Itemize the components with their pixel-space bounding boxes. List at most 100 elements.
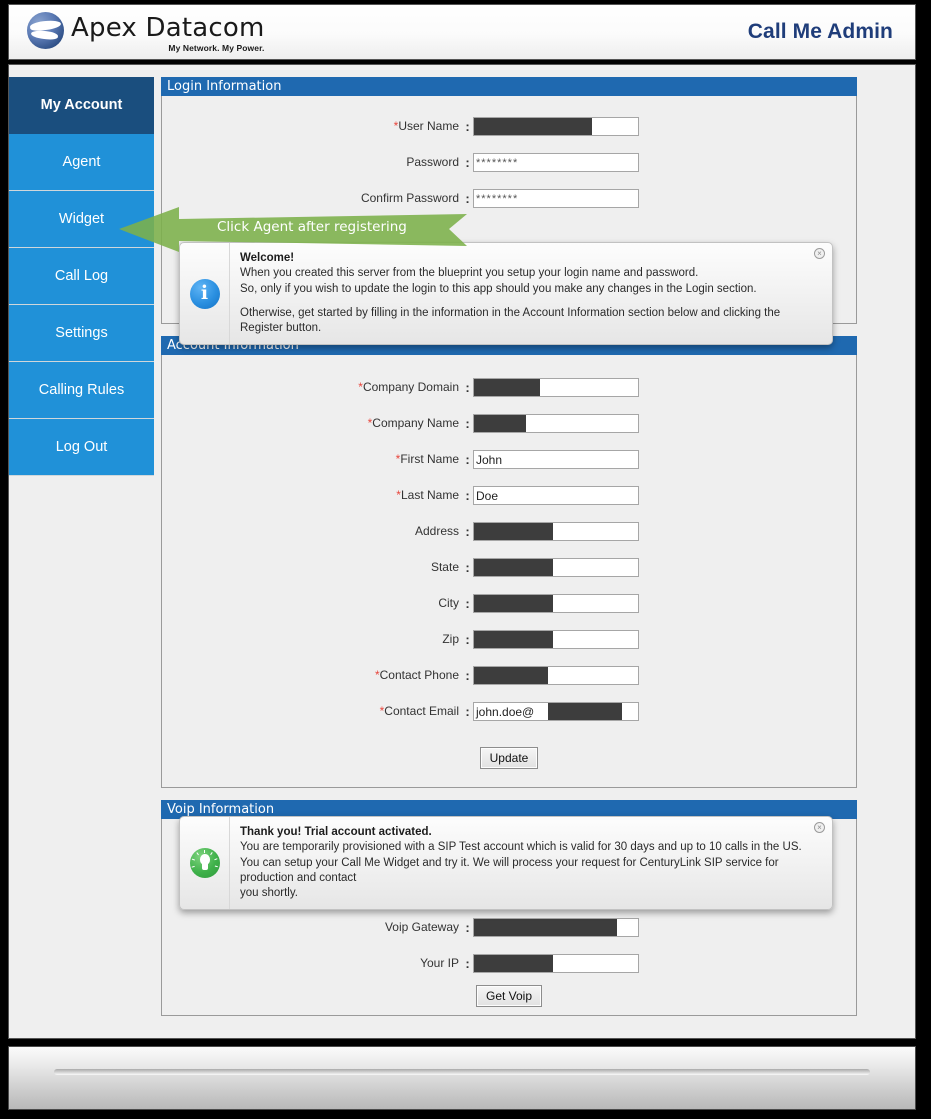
- first-name-input[interactable]: John: [473, 449, 639, 469]
- field-label: Your IP: [162, 956, 462, 970]
- sidebar-item-widget[interactable]: Widget: [9, 191, 154, 248]
- form-row: *Contact Email: john.doe@: [162, 693, 856, 729]
- field-label: *Company Name: [162, 416, 462, 430]
- sidebar-item-label: Widget: [58, 211, 105, 227]
- label-colon: :: [465, 415, 470, 431]
- field-value: Doe: [476, 488, 499, 503]
- form-row: Confirm Password: ********: [162, 180, 856, 216]
- form-row: Zip:: [162, 621, 856, 657]
- company-domain-input[interactable]: [473, 377, 639, 397]
- close-icon[interactable]: ×: [814, 248, 825, 259]
- last-name-input[interactable]: Doe: [473, 485, 639, 505]
- label-colon: :: [465, 451, 470, 467]
- field-label-text: State: [430, 560, 459, 574]
- form-row: *Last Name: Doe: [162, 477, 856, 513]
- redaction-bar: [474, 630, 553, 648]
- field-label-text: Address: [414, 524, 459, 538]
- sidebar-item-calling-rules[interactable]: Calling Rules: [9, 362, 154, 419]
- sidebar-item-label: Calling Rules: [38, 382, 125, 398]
- brand: Apex Datacom My Network. My Power.: [27, 12, 265, 52]
- field-label-text: First Name: [400, 452, 459, 466]
- field-label: *Last Name: [162, 488, 462, 502]
- welcome-callout-body: Welcome! When you created this server fr…: [230, 243, 832, 344]
- address-input[interactable]: [473, 521, 639, 541]
- welcome-callout-title: Welcome!: [240, 252, 295, 264]
- sidebar-item-my-account[interactable]: My Account: [9, 77, 154, 134]
- field-label: Address: [162, 524, 462, 538]
- label-colon: :: [465, 919, 470, 935]
- your-ip-input[interactable]: [473, 953, 639, 973]
- label-colon: :: [465, 118, 470, 134]
- sidebar-item-label: My Account: [40, 97, 123, 113]
- brand-tagline: My Network. My Power.: [168, 42, 265, 53]
- sidebar-item-label: Log Out: [55, 439, 108, 455]
- lightbulb-icon: [189, 848, 220, 879]
- form-row: *Company Name:: [162, 405, 856, 441]
- app-screen: Apex Datacom My Network. My Power. Call …: [0, 0, 931, 1119]
- info-icon: i: [189, 278, 220, 309]
- label-colon: :: [465, 703, 470, 719]
- close-icon[interactable]: ×: [814, 822, 825, 833]
- redaction-bar: [474, 954, 553, 972]
- password-input[interactable]: ********: [473, 152, 639, 172]
- trial-callout-line2: You can setup your Call Me Widget and tr…: [240, 856, 779, 884]
- field-label: *First Name: [162, 452, 462, 466]
- label-colon: :: [465, 559, 470, 575]
- state-input[interactable]: [473, 557, 639, 577]
- update-button[interactable]: Update: [479, 747, 539, 769]
- voip-gateway-input[interactable]: [473, 917, 639, 937]
- field-value: john.doe@: [476, 704, 535, 719]
- confirm-password-input[interactable]: ********: [473, 188, 639, 208]
- form-row: Address:: [162, 513, 856, 549]
- login-panel-body: *User Name: Password: ******** Confirm Pass…: [161, 96, 857, 346]
- label-colon: :: [465, 154, 470, 170]
- form-row: *First Name: John: [162, 441, 856, 477]
- zip-input[interactable]: [473, 629, 639, 649]
- trial-callout-line1: You are temporarily provisioned with a S…: [240, 841, 802, 854]
- redaction-bar: [474, 378, 540, 396]
- field-value: ********: [476, 156, 519, 169]
- field-label-text: Contact Email: [384, 704, 459, 718]
- field-label: Password: [162, 155, 462, 169]
- form-row: Voip Gateway:: [162, 909, 856, 945]
- login-panel-header: Login Information: [161, 77, 857, 96]
- trial-icon-cell: [180, 817, 230, 910]
- login-information-panel: Login Information *User Name: Password: **…: [161, 77, 857, 346]
- apex-swoosh-logo-icon: [27, 12, 64, 49]
- city-input[interactable]: [473, 593, 639, 613]
- window-chrome-bottom: [8, 1046, 916, 1110]
- get-voip-button[interactable]: Get Voip: [475, 985, 543, 1007]
- sidebar-item-label: Settings: [55, 325, 108, 341]
- brand-text: Apex Datacom My Network. My Power.: [71, 15, 265, 53]
- form-row: *User Name:: [162, 108, 856, 144]
- trial-callout: Thank you! Trial account activated. You …: [179, 816, 833, 911]
- label-colon: :: [465, 190, 470, 206]
- contact-email-input[interactable]: john.doe@: [473, 701, 639, 721]
- field-label-text: Company Domain: [362, 380, 459, 394]
- brand-name: Apex Datacom: [71, 12, 265, 43]
- welcome-callout: i Welcome! When you created this server …: [179, 242, 833, 346]
- redaction-bar: [474, 414, 527, 432]
- form-row: *Contact Phone:: [162, 657, 856, 693]
- label-colon: :: [465, 523, 470, 539]
- chrome-seam: [54, 1069, 870, 1075]
- contact-phone-input[interactable]: [473, 665, 639, 685]
- field-value: John: [476, 452, 503, 467]
- sidebar-item-label: Call Log: [54, 268, 109, 284]
- sidebar-item-settings[interactable]: Settings: [9, 305, 154, 362]
- user-name-input[interactable]: [473, 116, 639, 136]
- label-colon: :: [465, 955, 470, 971]
- form-row: City:: [162, 585, 856, 621]
- voip-submit-row: Get Voip: [162, 985, 856, 1007]
- page-body: My Account Agent Widget Call Log Settings Cal…: [8, 64, 916, 1039]
- sidebar-item-agent[interactable]: Agent: [9, 134, 154, 191]
- field-label: *Company Domain: [162, 380, 462, 394]
- sidebar-item-log-out[interactable]: Log Out: [9, 419, 154, 476]
- form-row: *Company Domain:: [162, 369, 856, 405]
- company-name-input[interactable]: [473, 413, 639, 433]
- sidebar-item-call-log[interactable]: Call Log: [9, 248, 154, 305]
- label-colon: :: [465, 631, 470, 647]
- field-label: *Contact Email: [162, 704, 462, 718]
- redaction-bar: [474, 558, 553, 576]
- welcome-callout-line2: So, only if you wish to update the login…: [240, 282, 757, 295]
